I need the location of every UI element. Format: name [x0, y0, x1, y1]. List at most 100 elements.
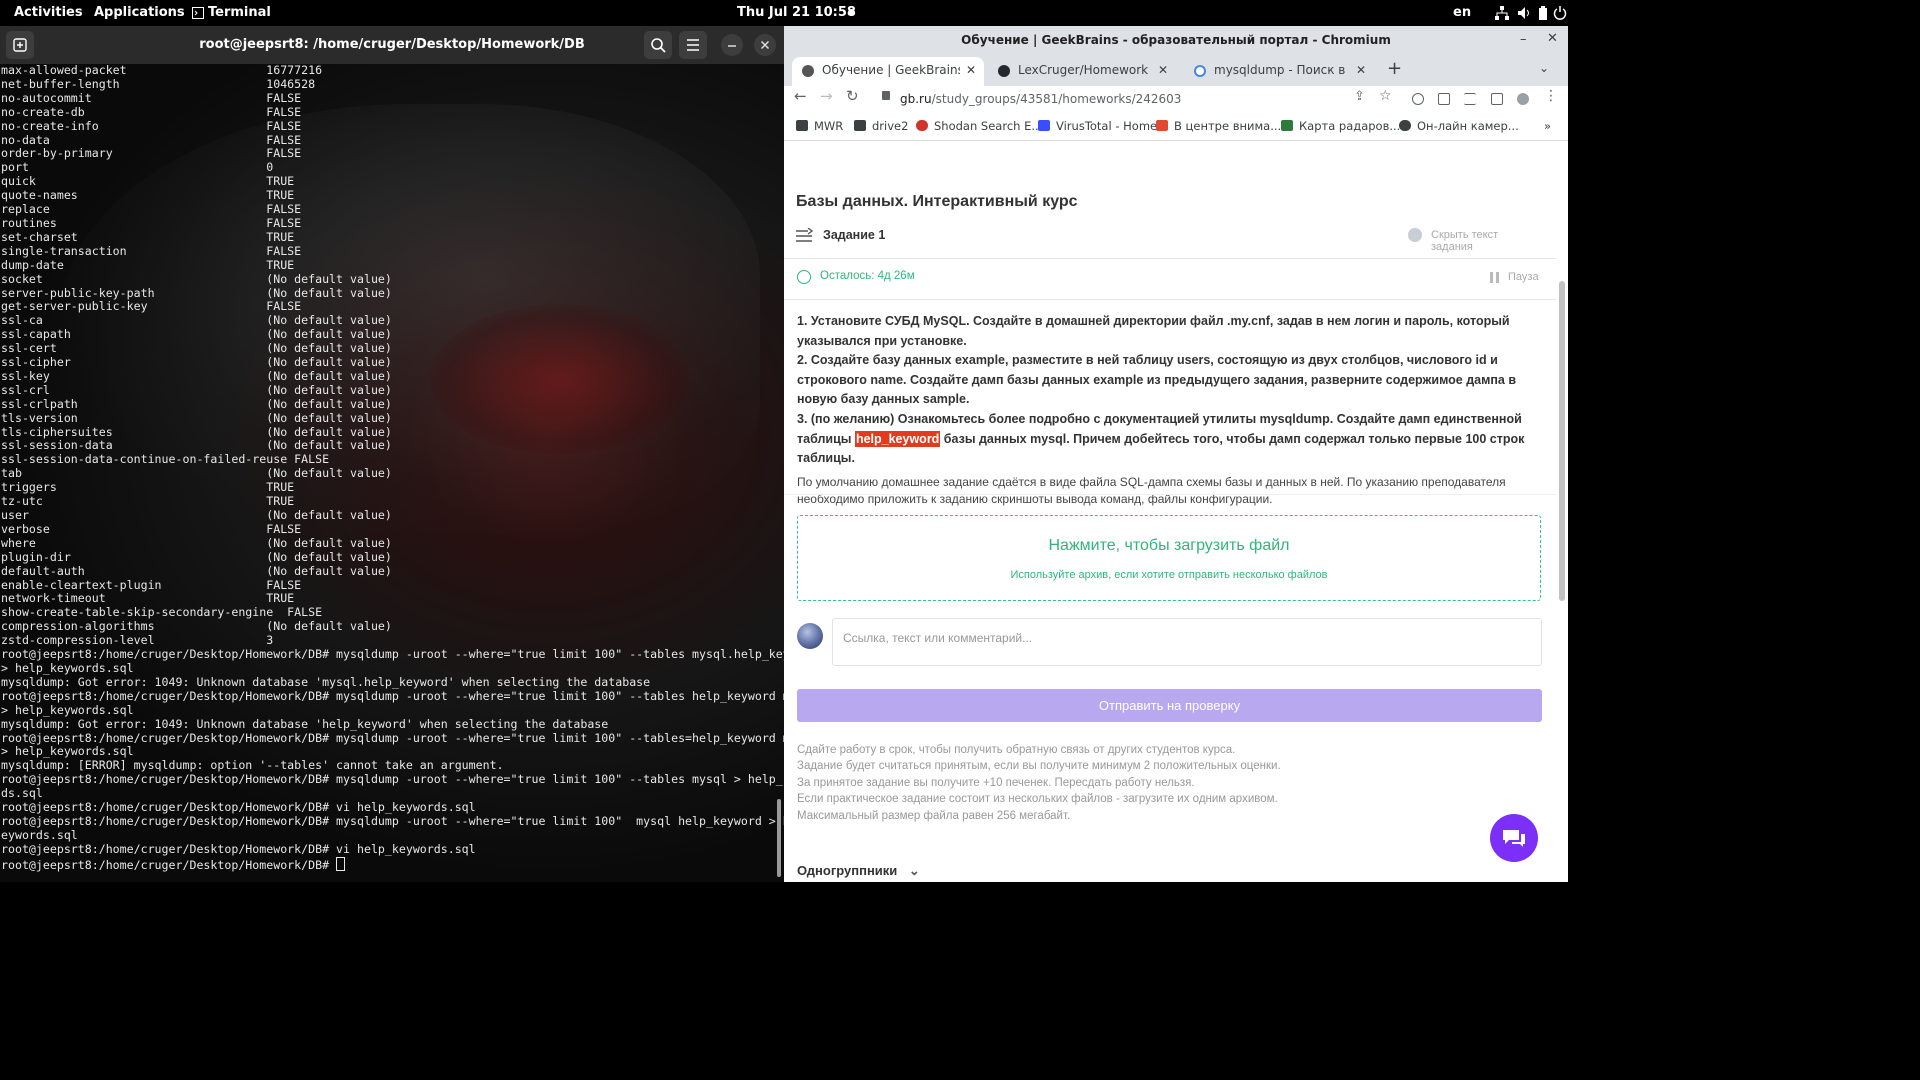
file-upload-dropzone[interactable]: Нажмите, чтобы загрузить файл Используйт… [797, 515, 1541, 601]
applications-menu[interactable]: Applications [94, 0, 185, 26]
profile-avatar-icon[interactable] [1517, 93, 1529, 105]
terminal-output[interactable]: max-allowed-packet 16777216 net-buffer-l… [0, 64, 784, 882]
extensions-icon[interactable] [1438, 93, 1450, 105]
kebab-menu-icon[interactable]: ⋮ [1544, 88, 1558, 104]
bookmark-virustotal[interactable]: VirusTotal - Home [1038, 112, 1157, 140]
share-icon[interactable]: ⇪ [1354, 89, 1365, 104]
page-scrollbar[interactable] [1559, 281, 1565, 601]
shodan-icon [916, 120, 928, 131]
keyboard-language[interactable]: en [1453, 0, 1471, 26]
chat-button[interactable] [1490, 814, 1538, 862]
pause-button[interactable]: Пауза [1508, 271, 1539, 283]
browser-toolbar: ← → ↻ gb.ru/study_groups/43581/homeworks… [784, 86, 1568, 112]
notification-dot [848, 9, 855, 16]
classmates-label: Одногруппники [797, 863, 898, 878]
bookmark-label: MWR [814, 119, 844, 133]
reload-icon[interactable]: ↻ [846, 87, 859, 105]
tab-close-icon[interactable]: ✕ [1356, 57, 1366, 84]
note-line: Сдайте работу в срок, чтобы получить обр… [797, 744, 1236, 756]
browser-window: Обучение | GeekBrains - образовательный … [784, 26, 1568, 882]
forward-icon[interactable]: → [820, 87, 833, 105]
tab-github[interactable]: LexCruger/Homework ✕ [988, 57, 1176, 86]
submit-for-review-button[interactable]: Отправить на проверку [797, 689, 1542, 722]
tab-search-chevron-icon[interactable]: ⌄ [1539, 61, 1549, 75]
virustotal-icon [1038, 120, 1050, 131]
new-tab-plus-icon[interactable]: + [1387, 58, 1402, 79]
minimize-icon [728, 45, 736, 47]
tab-geekbrains[interactable]: Обучение | GeekBrains - образ ✕ [792, 57, 984, 86]
media-icon[interactable] [1464, 93, 1476, 105]
search-button[interactable] [644, 31, 672, 59]
bookmark-shodan[interactable]: Shodan Search E... [916, 112, 1042, 140]
menu-button[interactable] [679, 31, 707, 59]
divider [784, 258, 1556, 259]
bookmarks-overflow-icon[interactable]: » [1544, 112, 1551, 140]
folder-icon [854, 120, 866, 131]
upload-title: Нажмите, чтобы загрузить файл [1048, 537, 1290, 554]
tab-close-icon[interactable]: ✕ [1158, 57, 1168, 84]
page-content: Базы данных. Интерактивный курс Задание … [784, 141, 1568, 882]
note-line: За принятое задание вы получите +10 пече… [797, 776, 1195, 789]
bookmark-label: Shodan Search E... [934, 119, 1043, 133]
note-line: Если практическое задание состоит из нес… [797, 793, 1278, 806]
back-icon[interactable]: ← [794, 87, 807, 105]
bookmark-label: Он-лайн камер... [1417, 119, 1519, 133]
bookmark-news[interactable]: В центре внима... [1156, 112, 1281, 140]
lock-icon[interactable] [882, 91, 890, 100]
terminal-text: max-allowed-packet 16777216 net-buffer-l… [1, 64, 784, 872]
search-icon [651, 38, 666, 53]
tab-label: Обучение | GeekBrains - образ [822, 63, 960, 77]
bookmark-label: В центре внима... [1174, 119, 1282, 133]
activities-button[interactable]: Activities [14, 0, 83, 26]
task-note: По умолчанию домашнее задание сдаётся в … [797, 475, 1506, 506]
pause-icon[interactable] [1490, 272, 1499, 283]
terminal-scrollbar[interactable] [777, 799, 781, 877]
timer-icon [797, 270, 811, 284]
url-host: gb.ru [900, 92, 932, 106]
close-button[interactable] [754, 34, 776, 56]
window-close-icon[interactable]: ✕ [1547, 31, 1558, 46]
terminal-app-menu[interactable]: Terminal [208, 0, 271, 26]
terminal-header-bar: root@jeepsrt8: /home/cruger/Desktop/Home… [0, 26, 784, 65]
user-avatar [797, 623, 823, 649]
terminal-cursor [336, 856, 346, 871]
side-panel-icon[interactable] [1491, 93, 1503, 105]
bookmark-label: Карта радаров... [1299, 119, 1401, 133]
bookmark-star-icon[interactable]: ☆ [1379, 88, 1392, 104]
task-description: 1. Установите СУБД MySQL. Создайте в дом… [797, 312, 1537, 469]
bookmark-drive2[interactable]: drive2 [854, 112, 908, 140]
bookmark-radars[interactable]: Карта радаров... [1281, 112, 1400, 140]
window-minimize-icon[interactable]: – [1520, 32, 1527, 47]
classmates-section[interactable]: Одногруппники ⌄ [797, 863, 920, 879]
course-title: Базы данных. Интерактивный курс [796, 193, 1078, 210]
terminal-app-icon [192, 0, 204, 26]
collapse-up-icon[interactable] [1408, 228, 1422, 242]
divider [784, 494, 1556, 495]
hide-task-link[interactable]: Скрыть текст задания [1431, 229, 1542, 253]
bookmark-cams[interactable]: Он-лайн камер... [1399, 112, 1519, 140]
bookmark-label: drive2 [872, 119, 909, 133]
task-item-2: 2. Создайте базу данных example, размест… [797, 353, 1517, 407]
globe-icon [1399, 120, 1411, 131]
task-header: Задание 1 Скрыть текст задания [796, 226, 1542, 253]
tab-close-icon[interactable]: ✕ [966, 57, 976, 84]
comment-input[interactable]: Ссылка, текст или комментарий... [832, 618, 1542, 666]
bookmark-label: VirusTotal - Home [1056, 119, 1158, 133]
task-item-3: 3. (по желанию) Ознакомьтесь более подро… [797, 410, 1537, 469]
bookmarks-bar: MWR drive2 Shodan Search E... VirusTotal… [784, 112, 1568, 141]
volume-icon[interactable] [1517, 6, 1531, 20]
translate-icon[interactable] [1412, 93, 1424, 105]
terminal-window: root@jeepsrt8: /home/cruger/Desktop/Home… [0, 26, 784, 882]
tab-google[interactable]: mysqldump - Поиск в Google ✕ [1184, 57, 1374, 86]
bookmark-mwr[interactable]: MWR [796, 112, 843, 140]
network-icon[interactable] [1495, 6, 1509, 20]
tab-label: mysqldump - Поиск в Google [1214, 63, 1350, 77]
power-icon[interactable] [1553, 6, 1567, 20]
battery-icon[interactable] [1536, 6, 1550, 20]
clock[interactable]: Thu Jul 21 10:58 [737, 0, 856, 26]
minimize-button[interactable] [721, 34, 743, 56]
tab-label: LexCruger/Homework [1018, 63, 1149, 77]
address-bar[interactable]: gb.ru/study_groups/43581/homeworks/24260… [900, 87, 1420, 111]
submission-notes: Сдайте работу в срок, чтобы получить обр… [797, 742, 1537, 824]
divider [784, 299, 1556, 300]
